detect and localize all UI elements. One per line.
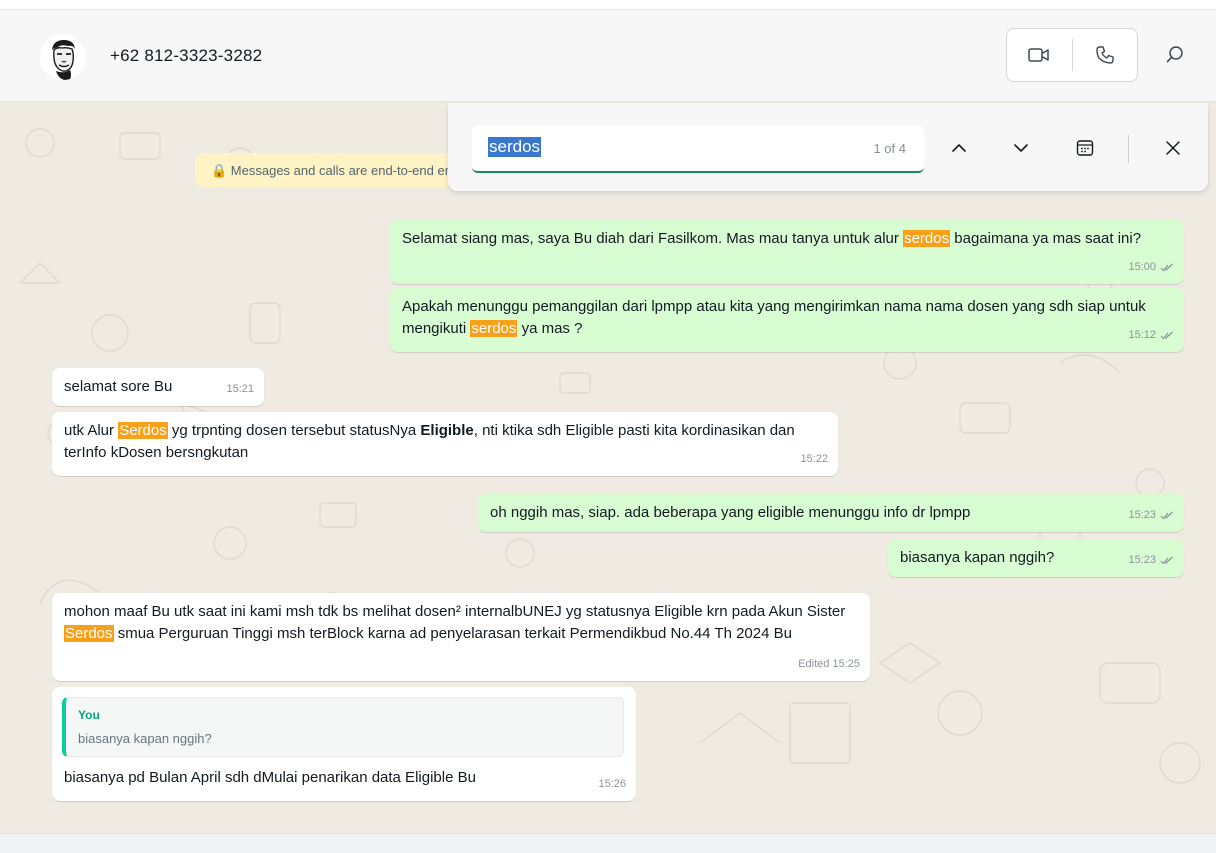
message-bubble-outgoing[interactable]: Selamat siang mas, saya Bu diah dari Fas… <box>390 220 1184 284</box>
double-check-icon <box>1160 556 1173 564</box>
call-buttons <box>1006 28 1138 82</box>
video-call-button[interactable] <box>1007 29 1072 81</box>
search-highlight: Serdos <box>118 422 168 439</box>
message-time: 15:21 <box>226 383 254 395</box>
quoted-author: You <box>78 708 100 722</box>
message-text: oh nggih mas, siap. ada beberapa yang el… <box>490 504 971 521</box>
message-time: 15:23 <box>1128 554 1156 566</box>
close-icon <box>1166 141 1180 155</box>
header-search-button[interactable] <box>1160 40 1190 70</box>
double-check-icon <box>1160 511 1173 519</box>
search-field[interactable]: serdos 1 of 4 <box>472 125 924 173</box>
voice-call-button[interactable] <box>1073 29 1138 81</box>
message-text: utk Alur Serdos yg trpnting dosen terseb… <box>64 422 795 461</box>
message-text: Selamat siang mas, saya Bu diah dari Fas… <box>402 230 1142 247</box>
message-time: 15:26 <box>598 778 626 790</box>
composer-bar <box>0 833 1216 853</box>
message-meta: 15:23 <box>1128 504 1174 526</box>
message-time: 15:23 <box>1128 509 1156 521</box>
search-query-text: serdos <box>488 137 542 157</box>
message-meta: 15:12 <box>1128 324 1174 346</box>
message-meta: 15:22 <box>800 448 828 470</box>
message-text: biasanya pd Bulan April sdh dMulai penar… <box>64 769 476 786</box>
message-text: mohon maaf Bu utk saat ini kami msh tdk … <box>64 603 846 642</box>
quoted-message[interactable]: You biasanya kapan nggih? <box>62 697 624 757</box>
double-check-icon <box>1160 263 1173 271</box>
chat-area[interactable]: 🔒 Messages and calls are end-to-end encr… <box>0 103 1216 833</box>
search-close-button[interactable] <box>1156 131 1190 165</box>
search-result-count: 1 of 4 <box>873 141 906 156</box>
video-camera-icon <box>1028 48 1049 62</box>
search-highlight: Serdos <box>64 625 114 642</box>
search-divider <box>1128 135 1129 163</box>
search-by-date-button[interactable] <box>1068 131 1102 165</box>
message-meta: 15:21 <box>226 378 254 400</box>
message-time: 15:12 <box>1128 329 1156 341</box>
search-input[interactable] <box>488 137 848 161</box>
message-meta: Edited 15:25 <box>798 653 860 675</box>
message-bubble-outgoing[interactable]: oh nggih mas, siap. ada beberapa yang el… <box>478 494 1184 532</box>
message-bubble-outgoing[interactable]: Apakah menunggu pemanggilan dari lpmpp a… <box>390 288 1184 352</box>
search-next-button[interactable] <box>1004 131 1038 165</box>
message-bubble-incoming[interactable]: mohon maaf Bu utk saat ini kami msh tdk … <box>52 593 870 681</box>
search-icon <box>1166 46 1183 63</box>
double-check-icon <box>1160 331 1173 339</box>
quoted-text: biasanya kapan nggih? <box>78 731 212 746</box>
search-highlight: serdos <box>903 230 951 247</box>
message-meta: 15:00 <box>1128 256 1174 278</box>
chevron-down-icon <box>1014 144 1028 152</box>
avatar[interactable] <box>40 34 86 80</box>
message-text: Apakah menunggu pemanggilan dari lpmpp a… <box>402 298 1146 337</box>
message-text: selamat sore Bu <box>64 378 173 395</box>
chat-header: +62 812-3323-3282 <box>0 10 1216 102</box>
window-top-edge <box>0 0 1216 10</box>
message-bubble-incoming[interactable]: utk Alur Serdos yg trpnting dosen terseb… <box>52 412 838 476</box>
message-bubble-incoming-reply[interactable]: You biasanya kapan nggih? biasanya pd Bu… <box>52 687 636 801</box>
message-search-bar: serdos 1 of 4 <box>448 103 1208 191</box>
message-time: 15:00 <box>1128 261 1156 273</box>
message-text: biasanya kapan nggih? <box>900 549 1055 566</box>
message-time: 15:22 <box>800 453 828 465</box>
chevron-up-icon <box>952 144 966 152</box>
contact-name[interactable]: +62 812-3323-3282 <box>110 46 262 66</box>
search-highlight: serdos <box>470 320 518 337</box>
search-prev-button[interactable] <box>942 131 976 165</box>
message-bubble-outgoing[interactable]: biasanya kapan nggih? 15:23 <box>888 539 1184 577</box>
calendar-icon <box>1076 140 1094 156</box>
phone-icon <box>1096 46 1114 64</box>
message-meta: 15:23 <box>1128 549 1174 571</box>
message-bubble-incoming[interactable]: selamat sore Bu 15:21 <box>52 368 264 406</box>
message-time: Edited 15:25 <box>798 658 860 670</box>
message-meta: 15:26 <box>598 773 626 795</box>
